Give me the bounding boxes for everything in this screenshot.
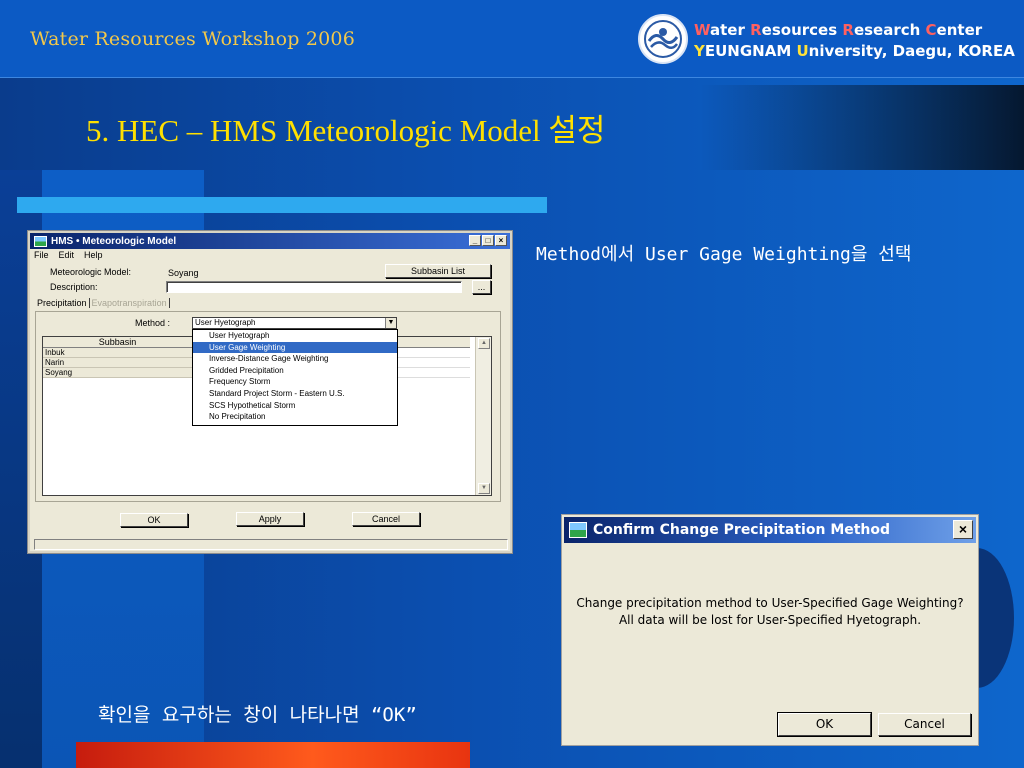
subbasin-list-button[interactable]: Subbasin List [385,264,491,278]
center-line-2: YEUNGNAM University, Daegu, KOREA [694,42,1015,60]
method-select[interactable]: User Hyetograph ▼ [192,317,397,329]
description-field[interactable] [166,281,462,293]
tab-precipitation[interactable]: Precipitation [35,298,90,308]
method-option-gridded-precipitation[interactable]: Gridded Precipitation [193,365,397,377]
ok-button[interactable]: OK [120,513,188,527]
table-row[interactable]: Soyang [43,368,193,378]
meteorologic-model-value: Soyang [168,268,199,278]
method-option-standard-project-storm[interactable]: Standard Project Storm - Eastern U.S. [193,388,397,400]
app-icon [569,522,587,538]
subbasin-column-header: Subbasin [43,337,193,348]
description-browse-button[interactable]: ... [472,280,491,294]
menu-file[interactable]: File [34,250,49,260]
workshop-title: Water Resources Workshop 2006 [30,28,355,50]
apply-button[interactable]: Apply [236,512,304,526]
scroll-up-icon[interactable]: ▲ [478,338,490,349]
method-option-frequency-storm[interactable]: Frequency Storm [193,376,397,388]
meteorologic-model-label: Meteorologic Model: [50,267,132,277]
table-row[interactable]: Narin [43,358,193,368]
window-titlebar[interactable]: HMS • Meteorologic Model _ □ × [30,233,510,249]
confirm-change-method-dialog: Confirm Change Precipitation Method × Ch… [561,514,979,746]
maximize-button[interactable]: □ [482,235,494,246]
status-bar [34,539,508,550]
background-shade [700,85,1024,170]
minimize-button[interactable]: _ [469,235,481,246]
method-option-user-gage-weighting[interactable]: User Gage Weighting [193,341,397,354]
close-icon[interactable]: × [953,520,973,539]
table-scrollbar[interactable]: ▲ ▼ [475,337,491,495]
method-option-scs-hypothetical-storm[interactable]: SCS Hypothetical Storm [193,400,397,412]
description-label: Description: [50,282,98,292]
dialog-message-line-2: All data will be lost for User-Specified… [618,613,922,627]
menu-bar: File Edit Help [34,250,103,260]
dialog-message-line-1: Change precipitation method to User-Spec… [576,596,964,610]
cancel-button[interactable]: Cancel [352,512,420,526]
slide-title: 5. HEC – HMS Meteorologic Model 설정 [86,113,606,148]
window-title: HMS • Meteorologic Model [51,235,177,247]
menu-help[interactable]: Help [84,250,103,260]
method-option-user-hyetograph[interactable]: User Hyetograph [193,330,397,342]
method-option-no-precipitation[interactable]: No Precipitation [193,411,397,423]
method-label: Method : [135,318,171,328]
method-select-value: User Hyetograph [195,318,256,327]
tab-strip: Precipitation Evapotranspiration [35,298,170,308]
dialog-cancel-button[interactable]: Cancel [878,713,971,736]
university-seal-icon [638,14,688,64]
accent-bar-cyan [17,197,547,213]
center-line-1: Water Resources Research Center [694,21,983,39]
accent-bar-orange [76,742,470,768]
menu-edit[interactable]: Edit [59,250,75,260]
method-dropdown-list: User Hyetograph User Gage Weighting Inve… [192,329,398,426]
dialog-message: Change precipitation method to User-Spec… [562,595,978,629]
dialog-titlebar[interactable]: Confirm Change Precipitation Method × [564,517,976,543]
dialog-title: Confirm Change Precipitation Method [593,522,891,538]
method-option-inverse-distance[interactable]: Inverse-Distance Gage Weighting [193,353,397,365]
tab-evapotranspiration[interactable]: Evapotranspiration [90,298,170,308]
caption-method-select: Method에서 User Gage Weighting을 선택 [536,244,912,265]
hms-meteorologic-model-window: HMS • Meteorologic Model _ □ × File Edit… [28,231,512,553]
table-row[interactable]: Inbuk [43,348,193,358]
dialog-ok-button[interactable]: OK [777,712,872,737]
chevron-down-icon[interactable]: ▼ [385,318,396,328]
caption-confirm-ok: 확인을 요구하는 창이 나타나면 “OK” [98,704,417,726]
close-button[interactable]: × [495,235,507,246]
scroll-down-icon[interactable]: ▼ [478,483,490,494]
app-icon [34,235,47,247]
research-center-label: Water Resources Research Center YEUNGNAM… [694,20,1015,62]
